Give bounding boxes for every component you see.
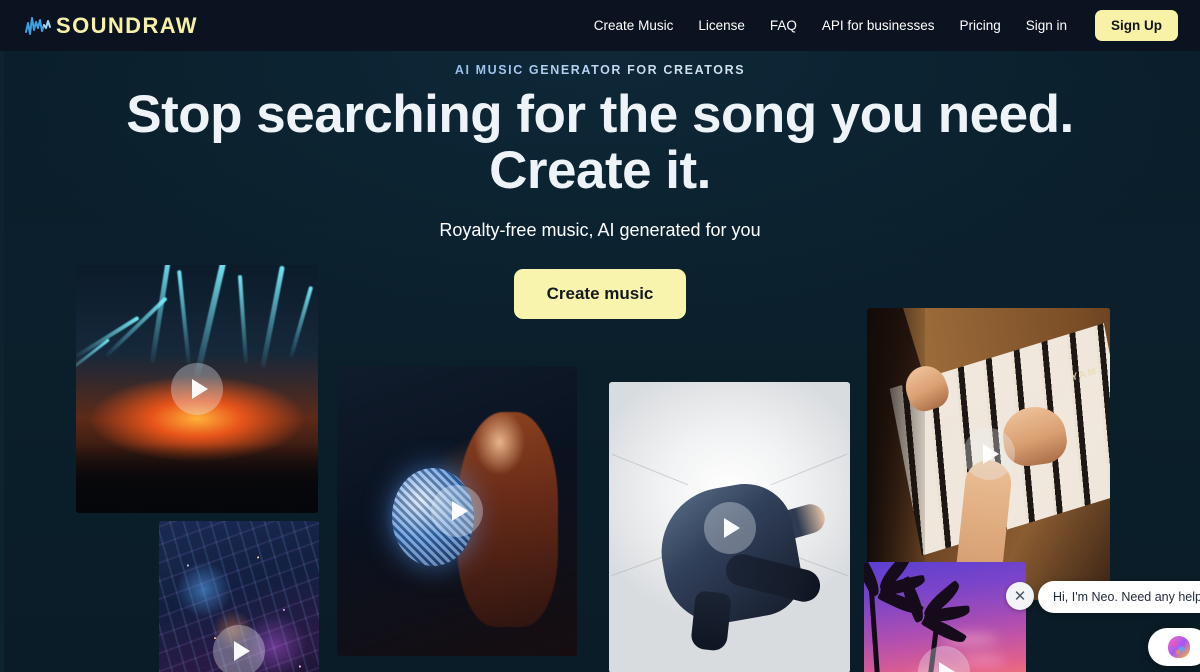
nav-api-for-businesses[interactable]: API for businesses — [822, 18, 935, 33]
hero-section: AI MUSIC GENERATOR FOR CREATORS Stop sea… — [0, 51, 1200, 672]
headline-line-1: Stop searching for the song you need. — [126, 85, 1074, 144]
tile-dancer[interactable] — [609, 382, 850, 672]
logo[interactable]: SOUNDRAW — [24, 14, 198, 38]
left-edge-strip — [0, 51, 4, 672]
main-nav: Create Music License FAQ API for busines… — [594, 10, 1178, 41]
tile-sunset[interactable] — [864, 562, 1026, 672]
play-icon[interactable] — [431, 485, 483, 537]
headline-line-2: Create it. — [489, 140, 711, 200]
waveform-icon — [24, 14, 54, 38]
nav-create-music[interactable]: Create Music — [594, 18, 674, 33]
hero-eyebrow: AI MUSIC GENERATOR FOR CREATORS — [0, 63, 1200, 77]
tile-piano[interactable]: YAM — [867, 308, 1110, 600]
play-icon[interactable] — [962, 428, 1015, 480]
sign-up-button[interactable]: Sign Up — [1095, 10, 1178, 41]
site-header: SOUNDRAW Create Music License FAQ API fo… — [0, 0, 1200, 51]
play-icon[interactable] — [213, 625, 265, 672]
tile-city[interactable] — [159, 521, 319, 672]
chat-launcher-button[interactable] — [1148, 628, 1200, 666]
chat-greeting-bubble[interactable]: Hi, I'm Neo. Need any help? — [1038, 581, 1200, 613]
page-title: Stop searching for the song you need. Cr… — [0, 87, 1200, 198]
play-icon[interactable] — [171, 363, 223, 415]
close-icon: ✕ — [1013, 587, 1027, 605]
hero-subtitle: Royalty-free music, AI generated for you — [439, 220, 761, 241]
nav-pricing[interactable]: Pricing — [959, 18, 1000, 33]
logo-text: SOUNDRAW — [56, 12, 198, 38]
chat-close-button[interactable]: ✕ — [1006, 582, 1034, 610]
nav-faq[interactable]: FAQ — [770, 18, 797, 33]
nav-license[interactable]: License — [698, 18, 745, 33]
tile-disco[interactable] — [337, 366, 577, 656]
nav-sign-in[interactable]: Sign in — [1026, 18, 1067, 33]
create-music-button[interactable]: Create music — [513, 269, 687, 320]
play-icon[interactable] — [703, 501, 756, 554]
brain-icon — [1168, 636, 1190, 658]
tile-concert[interactable] — [76, 265, 318, 513]
